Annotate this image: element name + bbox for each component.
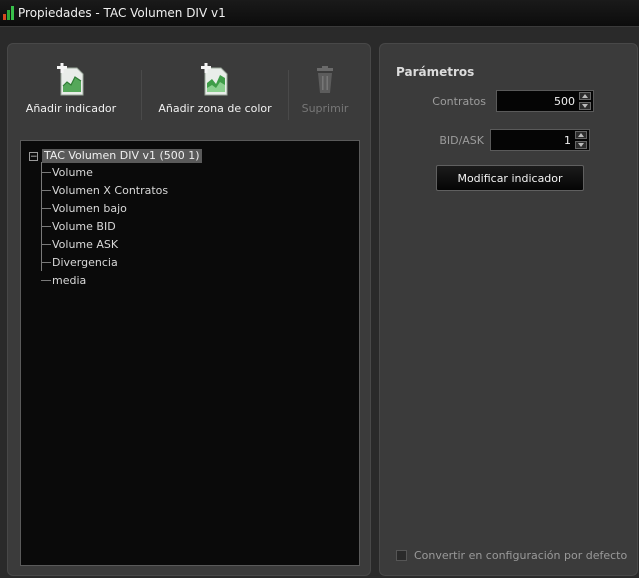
toolbar-separator — [141, 70, 142, 120]
default-config-row[interactable]: Convertir en configuración por defecto — [396, 549, 627, 562]
tree-item-label: Volumen bajo — [52, 201, 127, 215]
window-title: Propiedades - TAC Volumen DIV v1 — [18, 6, 226, 20]
collapse-icon[interactable]: − — [29, 151, 38, 161]
delete-label: Suprimir — [301, 102, 349, 115]
toolbar-separator — [288, 70, 289, 120]
bidask-spinbox[interactable]: 1 — [490, 129, 590, 151]
tree-item[interactable]: Volume BID — [41, 218, 116, 234]
tree-item[interactable]: media — [41, 272, 86, 288]
bidask-row: BID/ASK 1 — [390, 129, 590, 151]
spin-arrows-icon[interactable] — [575, 131, 587, 149]
add-chart-icon — [56, 63, 86, 97]
parameters-panel: Parámetros Contratos 500 BID/ASK 1 Modif… — [379, 43, 638, 576]
add-color-zone-label: Añadir zona de color — [158, 102, 272, 115]
tree-item-label: Volumen X Contratos — [52, 183, 169, 197]
tree-item-label: Volume ASK — [52, 237, 119, 251]
indicator-toolbar: Añadir indicador Añadir zona de color Su… — [8, 44, 370, 139]
default-config-checkbox[interactable] — [396, 550, 407, 561]
tree-item-label: media — [52, 273, 87, 287]
add-color-zone-button[interactable]: Añadir zona de color — [150, 63, 280, 115]
title-bar: Propiedades - TAC Volumen DIV v1 — [0, 0, 639, 27]
tree-item[interactable]: Volumen X Contratos — [41, 182, 168, 198]
tree-item-label: Divergencia — [52, 255, 118, 269]
parameters-heading: Parámetros — [396, 65, 475, 79]
default-config-label: Convertir en configuración por defecto — [414, 549, 628, 562]
indicator-tree[interactable]: − TAC Volumen DIV v1 (500 1) Volume Volu… — [20, 140, 360, 566]
add-area-chart-icon — [200, 63, 230, 97]
add-indicator-label: Añadir indicador — [25, 102, 117, 115]
tree-item[interactable]: Volumen bajo — [41, 200, 127, 216]
app-icon — [3, 6, 15, 20]
trash-icon — [310, 63, 340, 97]
tree-root-label: TAC Volumen DIV v1 (500 1) — [42, 149, 202, 163]
contratos-value: 500 — [554, 94, 575, 108]
spin-arrows-icon[interactable] — [579, 92, 591, 110]
contratos-label: Contratos — [432, 94, 486, 108]
bidask-value: 1 — [564, 133, 571, 147]
add-indicator-button[interactable]: Añadir indicador — [25, 63, 117, 115]
contratos-spinbox[interactable]: 500 — [496, 90, 594, 112]
contratos-row: Contratos 500 — [390, 90, 594, 112]
tree-item-label: Volume — [52, 165, 93, 179]
tree-root-item[interactable]: − TAC Volumen DIV v1 (500 1) — [29, 149, 202, 163]
tree-item[interactable]: Divergencia — [41, 254, 118, 270]
tree-item[interactable]: Volume — [41, 164, 93, 180]
bidask-label: BID/ASK — [439, 133, 484, 147]
delete-button[interactable]: Suprimir — [298, 63, 352, 115]
modify-indicator-button[interactable]: Modificar indicador — [436, 165, 584, 191]
indicators-panel: Añadir indicador Añadir zona de color Su… — [7, 43, 371, 576]
tree-item[interactable]: Volume ASK — [41, 236, 118, 252]
tree-item-label: Volume BID — [52, 219, 116, 233]
